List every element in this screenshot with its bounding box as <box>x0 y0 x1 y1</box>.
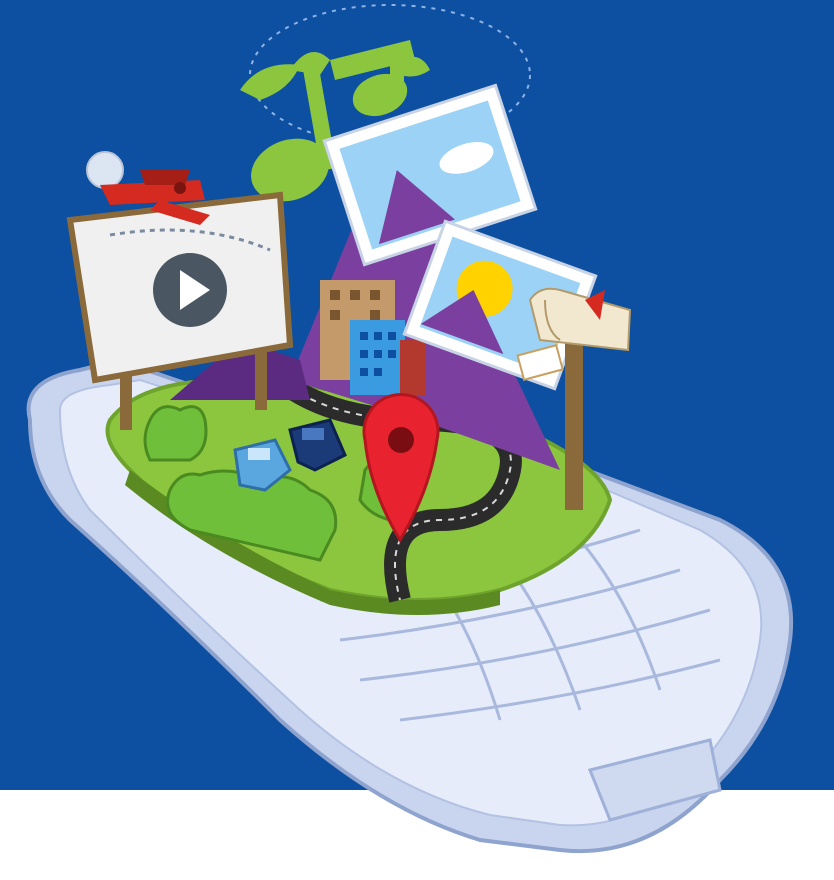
mobile-world-illustration <box>0 0 834 880</box>
illustration-canvas <box>26 4 794 854</box>
